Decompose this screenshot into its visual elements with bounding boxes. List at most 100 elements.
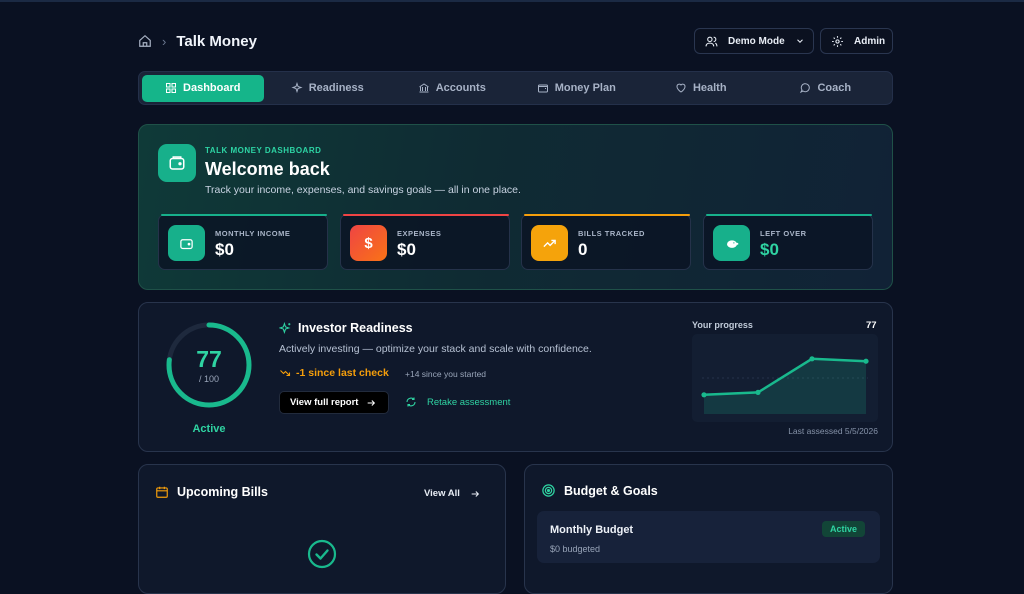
- check-circle-icon: [307, 539, 337, 569]
- chat-icon: [800, 83, 811, 94]
- stat-bills-tracked: BILLS TRACKED 0: [521, 214, 691, 270]
- stat-value: $0: [760, 240, 779, 259]
- retake-assessment-button[interactable]: Retake assessment: [405, 396, 510, 408]
- tab-health[interactable]: Health: [640, 75, 762, 102]
- welcome-subtitle: Track your income, expenses, and savings…: [205, 184, 521, 196]
- chevron-down-icon: [796, 39, 803, 43]
- bills-title-text: Upcoming Bills: [177, 485, 268, 499]
- main-nav: Dashboard Readiness Accounts Money Plan …: [138, 71, 893, 105]
- arrow-right-icon: [471, 490, 479, 497]
- top-header: › Talk Money Demo Mode Admin: [138, 28, 893, 54]
- bills-title: Upcoming Bills: [155, 485, 268, 499]
- stat-accent-bar: [343, 214, 509, 216]
- welcome-title: Welcome back: [205, 159, 330, 179]
- stat-expenses: $ EXPENSES $0: [340, 214, 510, 270]
- retake-label: Retake assessment: [427, 396, 511, 408]
- readiness-title-text: Investor Readiness: [298, 321, 413, 335]
- users-icon: [705, 36, 718, 46]
- progress-label: Your progress: [692, 320, 753, 330]
- admin-button[interactable]: Admin: [820, 28, 893, 54]
- tab-dashboard[interactable]: Dashboard: [142, 74, 264, 102]
- arrow-right-icon: [368, 399, 376, 406]
- target-icon: [542, 484, 555, 497]
- budget-title-text: Budget & Goals: [564, 483, 658, 498]
- wallet-icon: [158, 144, 196, 182]
- wallet-icon: [168, 225, 205, 261]
- trend-up-icon: [531, 225, 568, 261]
- stat-label: LEFT OVER: [760, 229, 807, 238]
- sparkle-icon: [291, 82, 303, 94]
- tab-money-plan[interactable]: Money Plan: [516, 75, 638, 102]
- home-icon[interactable]: [138, 34, 152, 48]
- stat-value: $0: [215, 240, 234, 259]
- readiness-delta: -1 since last check: [279, 367, 389, 379]
- breadcrumb: › Talk Money: [138, 28, 257, 54]
- tab-readiness[interactable]: Readiness: [267, 75, 389, 102]
- wallet-icon: [537, 84, 548, 93]
- window-top-border: [0, 0, 1024, 2]
- stat-accent-bar: [161, 214, 327, 216]
- progress-value: 77: [866, 320, 877, 331]
- dollar-icon: $: [350, 225, 387, 261]
- plan-name: Monthly Budget: [550, 524, 634, 536]
- sparkle-icon: [279, 321, 291, 334]
- calendar-icon: [156, 486, 168, 498]
- heart-icon: [676, 83, 686, 93]
- refresh-icon: [406, 397, 416, 407]
- status-badge: Active: [822, 521, 866, 537]
- tab-label: Dashboard: [183, 82, 241, 94]
- welcome-card: TALK MONEY DASHBOARD Welcome back Track …: [138, 124, 893, 290]
- tab-coach[interactable]: Coach: [765, 75, 887, 102]
- tab-label: Readiness: [308, 82, 364, 94]
- readiness-description: Actively investing — optimize your stack…: [279, 343, 592, 355]
- piggy-bank-icon: [713, 225, 750, 261]
- chevron-right-icon: ›: [162, 33, 167, 49]
- view-all-bills-link[interactable]: View All: [424, 488, 480, 499]
- demo-mode-label: Demo Mode: [728, 35, 785, 47]
- progress-point: [755, 389, 761, 395]
- budget-title: Budget & Goals: [541, 483, 658, 498]
- readiness-score: 77: [196, 346, 222, 372]
- stat-accent-bar: [524, 214, 690, 216]
- readiness-card: 77 / 100 Active Investor Readiness Activ…: [138, 302, 893, 452]
- upcoming-bills-card: Upcoming Bills View All: [138, 464, 506, 594]
- stat-value: $0: [397, 240, 416, 259]
- admin-label: Admin: [854, 35, 886, 47]
- readiness-max: / 100: [198, 374, 220, 384]
- grid-icon: [166, 83, 177, 93]
- budget-goals-card: Budget & Goals Monthly Budget $0 budgete…: [524, 464, 893, 594]
- stat-label: BILLS TRACKED: [578, 229, 645, 238]
- progress-area: [704, 358, 866, 414]
- tab-label: Health: [692, 82, 727, 94]
- stat-left-over: LEFT OVER $0: [703, 214, 873, 270]
- tab-label: Money Plan: [554, 82, 616, 94]
- stat-label: MONTHLY INCOME: [215, 229, 291, 238]
- page-title: Talk Money: [176, 32, 257, 50]
- progress-chart: [692, 334, 878, 422]
- stat-accent-bar: [706, 214, 872, 216]
- readiness-status: Active: [192, 423, 226, 435]
- bank-icon: [418, 83, 429, 93]
- demo-mode-dropdown[interactable]: Demo Mode: [694, 28, 814, 54]
- view-report-button[interactable]: View full report: [279, 391, 389, 414]
- welcome-kicker: TALK MONEY DASHBOARD: [205, 146, 322, 155]
- tab-label: Accounts: [435, 82, 486, 94]
- readiness-title: Investor Readiness: [279, 321, 413, 335]
- last-assessed: Last assessed 5/5/2026: [788, 426, 878, 436]
- stat-value: 0: [578, 240, 588, 259]
- tab-accounts[interactable]: Accounts: [391, 75, 513, 102]
- trend-down-icon: [280, 370, 291, 377]
- progress-point: [863, 358, 869, 364]
- view-report-label: View full report: [290, 397, 359, 408]
- gear-icon: [832, 35, 843, 47]
- plan-amount: $0 budgeted: [550, 544, 601, 554]
- tab-label: Coach: [817, 82, 852, 94]
- stat-monthly-income: MONTHLY INCOME $0: [158, 214, 328, 270]
- view-all-label: View All: [424, 488, 460, 499]
- stat-label: EXPENSES: [397, 229, 442, 238]
- budget-plan-item[interactable]: Monthly Budget $0 budgeted Active: [537, 511, 880, 563]
- progress-point: [809, 356, 815, 362]
- readiness-delta-text: -1 since last check: [296, 367, 389, 379]
- progress-point: [701, 392, 707, 398]
- readiness-since-start: +14 since you started: [405, 369, 487, 379]
